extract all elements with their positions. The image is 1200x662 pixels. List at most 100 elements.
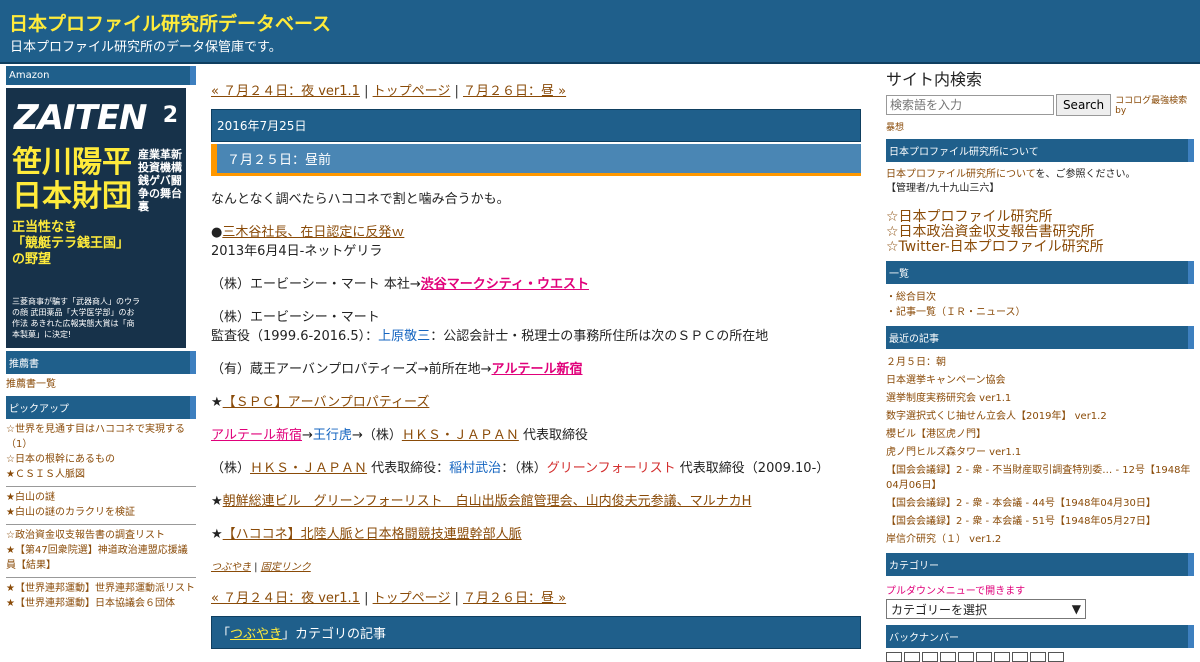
entry-text: →（株） xyxy=(351,428,402,443)
index-list: ・総合目次 ・記事一覧（ＩＲ・ニュース） xyxy=(886,290,1196,320)
prev-entry-link[interactable]: « ７月２４日：夜 ver1.1 xyxy=(211,591,360,606)
entry-text: 監査役（1999.6-2016.5）： xyxy=(211,329,379,344)
search-form: Search ココログ最強検索 by xyxy=(886,93,1196,116)
prev-entry-link[interactable]: « ７月２４日：夜 ver1.1 xyxy=(211,84,360,99)
pickup-group-3: ☆政治資金収支報告書の調査リスト ★【第47回衆院選】神道政治連盟応援議員【結果… xyxy=(6,528,196,573)
pickup-link[interactable]: ☆世界を見通す目はハココネで実現する（1） xyxy=(6,422,196,452)
category-articles-label: 」カテゴリの記事 xyxy=(282,627,387,642)
featured-link[interactable]: ☆Twitter-日本プロファイル研究所 xyxy=(886,240,1196,255)
entry-link[interactable]: アルテール新宿 xyxy=(492,362,583,377)
category-tag-link[interactable]: つぶやき xyxy=(211,562,251,573)
category-select-value: カテゴリーを選択 xyxy=(891,602,988,617)
index-link[interactable]: ・総合目次 xyxy=(886,290,1196,305)
search-provider-link[interactable]: ココログ最強検索 by xyxy=(1115,93,1196,116)
entry-link[interactable]: アルテール新宿 xyxy=(211,428,302,443)
recommend-heading: 推薦書 xyxy=(6,351,196,374)
entry-text: （株） xyxy=(211,461,251,476)
featured-link[interactable]: ☆日本プロファイル研究所 xyxy=(886,210,1196,225)
person-name[interactable]: 王行虎 xyxy=(313,428,352,443)
magazine-headline: 笹川陽平 日本財団 xyxy=(12,145,132,214)
recent-article-link[interactable]: 【国会会議録】2 - 衆 - 不当財産取引調査特別委… - 12号【1948年0… xyxy=(886,463,1196,493)
entry-paragraph: （有）蔵王アーバンプロパティーズ→前所在地→アルテール新宿 xyxy=(211,360,861,379)
nav-separator: | xyxy=(450,591,463,606)
top-page-link[interactable]: トップページ xyxy=(373,84,451,99)
category-bracket: 「 xyxy=(217,627,231,642)
entry-text: 代表取締役 xyxy=(518,428,588,443)
entry-paragraph: （株）エービーシー・マート 監査役（1999.6-2016.5）：上原敬三：公認会… xyxy=(211,308,861,346)
pickup-link[interactable]: ★【世界連邦運動】日本協議会６団体 xyxy=(6,596,196,611)
company-name[interactable]: グリーンフォーリスト xyxy=(547,461,676,476)
entry-text: 2013年6月4日-ネットゲリラ xyxy=(211,244,383,259)
entry-link[interactable]: 【ハココネ】北陸人脈と日本格闘競技連盟幹部人脈 xyxy=(223,527,522,542)
entry-footer: つぶやき | 固定リンク xyxy=(211,558,861,573)
about-section: 日本プロファイル研究所についてを、ご参照ください。 【管理者/九十九山三六】 xyxy=(886,168,1196,196)
recommend-list-link[interactable]: 推薦書一覧 xyxy=(6,377,196,392)
category-link[interactable]: つぶやき xyxy=(230,627,282,642)
recent-article-link[interactable]: 選挙制度実務研究会 ver1.1 xyxy=(886,391,1196,406)
pickup-link[interactable]: ★白山の謎 xyxy=(6,490,196,505)
top-page-link[interactable]: トップページ xyxy=(373,591,451,606)
search-input[interactable] xyxy=(886,94,1054,115)
right-sidebar: サイト内検索 Search ココログ最強検索 by 暴想 日本プロファイル研究所… xyxy=(886,66,1196,662)
pickup-link[interactable]: ☆日本の根幹にあるもの xyxy=(6,452,196,467)
star-bullet: ★ xyxy=(211,494,223,509)
index-link[interactable]: ・記事一覧（ＩＲ・ニュース） xyxy=(886,305,1196,320)
backnumber-calendar[interactable] xyxy=(886,652,1196,662)
category-select[interactable]: カテゴリーを選択 ▼ xyxy=(886,599,1086,619)
search-provider-name[interactable]: 暴想 xyxy=(886,120,1196,133)
pickup-link[interactable]: ★【第47回衆院選】神道政治連盟応援議員【結果】 xyxy=(6,543,196,573)
pickup-group-1: ☆世界を見通す目はハココネで実現する（1） ☆日本の根幹にあるもの ★ＣＳＩＳ人… xyxy=(6,422,196,482)
entry-paragraph: ★【ＳＰＣ】アーバンプロパティーズ xyxy=(211,393,861,412)
magazine-subheadline: 正当性なき 「競艇テラ銭王国」 の野望 xyxy=(12,220,130,267)
magazine-issue: 2 xyxy=(162,103,178,128)
permalink[interactable]: 固定リンク xyxy=(261,562,311,573)
site-title[interactable]: 日本プロファイル研究所データベース xyxy=(9,9,331,36)
person-name[interactable]: 上原敬三 xyxy=(378,329,430,344)
recent-article-link[interactable]: 【国会会議録】2 - 衆 - 本会議 - 44号【1948年04月30日】 xyxy=(886,496,1196,511)
recent-article-link[interactable]: 【国会会議録】2 - 衆 - 本会議 - 51号【1948年05月27日】 xyxy=(886,514,1196,529)
entry-link[interactable]: ＨＫＳ・ＪＡＰＡＮ xyxy=(250,461,367,476)
entry-link[interactable]: 三木谷社長、在日認定に反発ｗ xyxy=(222,225,404,240)
date-header: 2016年7月25日 xyxy=(211,109,861,142)
recent-article-link[interactable]: 櫻ビル【港区虎ノ門】 xyxy=(886,427,1196,442)
recent-article-link[interactable]: 日本選挙キャンペーン協会 xyxy=(886,373,1196,388)
category-heading: カテゴリー xyxy=(886,553,1194,576)
pickup-link[interactable]: ★【世界連邦運動】世界連邦運動派リスト xyxy=(6,581,196,596)
next-entry-link[interactable]: ７月２６日：昼 » xyxy=(463,591,566,606)
pickup-link[interactable]: ★ＣＳＩＳ人脈図 xyxy=(6,467,196,482)
entry-link[interactable]: 【ＳＰＣ】アーバンプロパティーズ xyxy=(223,395,430,410)
amazon-heading: Amazon xyxy=(6,66,196,85)
entry-text: 代表取締役（2009.10-） xyxy=(675,461,830,476)
about-heading: 日本プロファイル研究所について xyxy=(886,139,1194,162)
magazine-side-text: 産業革新投資機構 銭ゲバ闘争の舞台裏 xyxy=(138,148,182,213)
about-link[interactable]: 日本プロファイル研究所について xyxy=(886,169,1036,180)
main-content: « ７月２４日：夜 ver1.1 | トップページ | ７月２６日：昼 » 20… xyxy=(211,62,861,649)
entry-link[interactable]: 朝鮮総連ビル グリーンフォーリスト 白山出版会館管理会、山内俊夫元参議、マルナカ… xyxy=(223,494,752,509)
entry-text: （株）エービーシー・マート xyxy=(211,310,380,325)
person-name[interactable]: 稲村武治 xyxy=(449,461,501,476)
pickup-link[interactable]: ☆政治資金収支報告書の調査リスト xyxy=(6,528,196,543)
entry-paragraph: ●三木谷社長、在日認定に反発ｗ 2013年6月4日-ネットゲリラ xyxy=(211,223,861,261)
divider xyxy=(6,577,196,578)
entry-text: （株）エービーシー・マート 本社→ xyxy=(211,277,421,292)
recent-article-link[interactable]: 数字選択式くじ抽せん立会人【2019年】 ver1.2 xyxy=(886,409,1196,424)
search-button[interactable]: Search xyxy=(1055,93,1112,116)
recent-article-link[interactable]: 岸信介研究（１） ver1.2 xyxy=(886,532,1196,547)
recent-heading: 最近の記事 xyxy=(886,326,1194,349)
backnumber-heading: バックナンバー xyxy=(886,625,1194,648)
featured-link[interactable]: ☆日本政治資金収支報告書研究所 xyxy=(886,225,1196,240)
nav-separator: | xyxy=(450,84,463,99)
entry-intro: なんとなく調べたらハココネで割と噛み合うかも。 xyxy=(211,192,510,207)
entry-link[interactable]: 渋谷マークシティ・ウエスト xyxy=(421,277,589,292)
entry-title: ７月２５日：昼前 xyxy=(211,144,861,176)
entry-text: → xyxy=(302,428,313,443)
pickup-heading: ピックアップ xyxy=(6,396,196,419)
recent-article-link[interactable]: ２月５日：朝 xyxy=(886,355,1196,370)
magazine-cover-image[interactable]: ZAITEN 2 笹川陽平 日本財団 正当性なき 「競艇テラ銭王国」 の野望 産業革新… xyxy=(6,88,186,348)
next-entry-link[interactable]: ７月２６日：昼 » xyxy=(463,84,566,99)
list-heading: 一覧 xyxy=(886,261,1194,284)
recent-article-link[interactable]: 虎ノ門ヒルズ森タワー ver1.1 xyxy=(886,445,1196,460)
pickup-link[interactable]: ★白山の謎のカラクリを検証 xyxy=(6,505,196,520)
entry-link[interactable]: ＨＫＳ・ＪＡＰＡＮ xyxy=(402,428,519,443)
entry-text: ：（株） xyxy=(501,461,547,476)
